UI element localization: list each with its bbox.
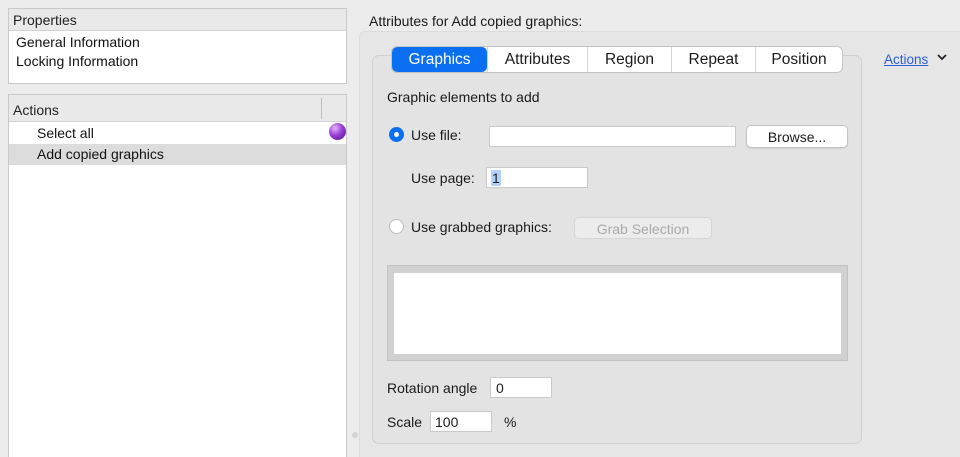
scale-label: Scale bbox=[387, 414, 423, 430]
column-divider[interactable] bbox=[321, 98, 322, 119]
use-grabbed-graphics-radio[interactable] bbox=[389, 219, 404, 234]
purple-orb-icon bbox=[329, 123, 346, 140]
action-row-add-copied-graphics[interactable]: Add copied graphics bbox=[9, 144, 346, 165]
use-grabbed-graphics-label: Use grabbed graphics: bbox=[411, 219, 552, 235]
properties-item-general-information[interactable]: General Information bbox=[16, 34, 140, 54]
rotation-angle-label: Rotation angle bbox=[387, 380, 478, 396]
scale-input[interactable]: 100 bbox=[430, 411, 492, 432]
graphics-preview-area bbox=[387, 265, 848, 361]
properties-item-locking-information[interactable]: Locking Information bbox=[16, 53, 138, 73]
scale-unit-label: % bbox=[504, 414, 517, 430]
file-path-input[interactable] bbox=[489, 126, 736, 147]
tab-graphics[interactable]: Graphics bbox=[392, 47, 487, 72]
page-number-value: 1 bbox=[491, 170, 501, 186]
use-file-radio[interactable] bbox=[389, 127, 404, 142]
properties-header: Properties bbox=[9, 9, 346, 31]
section-label: Graphic elements to add bbox=[387, 89, 540, 105]
browse-button[interactable]: Browse... bbox=[746, 125, 848, 148]
properties-panel: Properties General Information Locking I… bbox=[8, 8, 347, 84]
tab-repeat[interactable]: Repeat bbox=[671, 47, 755, 72]
tab-region[interactable]: Region bbox=[587, 47, 671, 72]
actions-menu-link[interactable]: Actions bbox=[884, 52, 928, 67]
chevron-down-icon[interactable] bbox=[937, 50, 947, 64]
page-number-input[interactable]: 1 bbox=[486, 167, 588, 188]
tab-bar: Graphics Attributes Region Repeat Positi… bbox=[391, 46, 843, 73]
action-row-select-all[interactable]: Select all bbox=[9, 123, 346, 144]
actions-header: Actions bbox=[9, 95, 346, 122]
graphics-preview-canvas bbox=[394, 273, 841, 354]
actions-panel: Actions Select all Add copied graphics bbox=[8, 94, 347, 457]
attributes-title: Attributes for Add copied graphics: bbox=[369, 13, 583, 29]
use-file-label: Use file: bbox=[411, 127, 462, 143]
splitter-handle[interactable] bbox=[352, 432, 358, 438]
rotation-angle-input[interactable]: 0 bbox=[490, 377, 552, 398]
tab-attributes[interactable]: Attributes bbox=[487, 47, 587, 72]
grab-selection-button[interactable]: Grab Selection bbox=[574, 217, 712, 239]
tab-position[interactable]: Position bbox=[755, 47, 842, 72]
use-page-label: Use page: bbox=[411, 170, 475, 186]
